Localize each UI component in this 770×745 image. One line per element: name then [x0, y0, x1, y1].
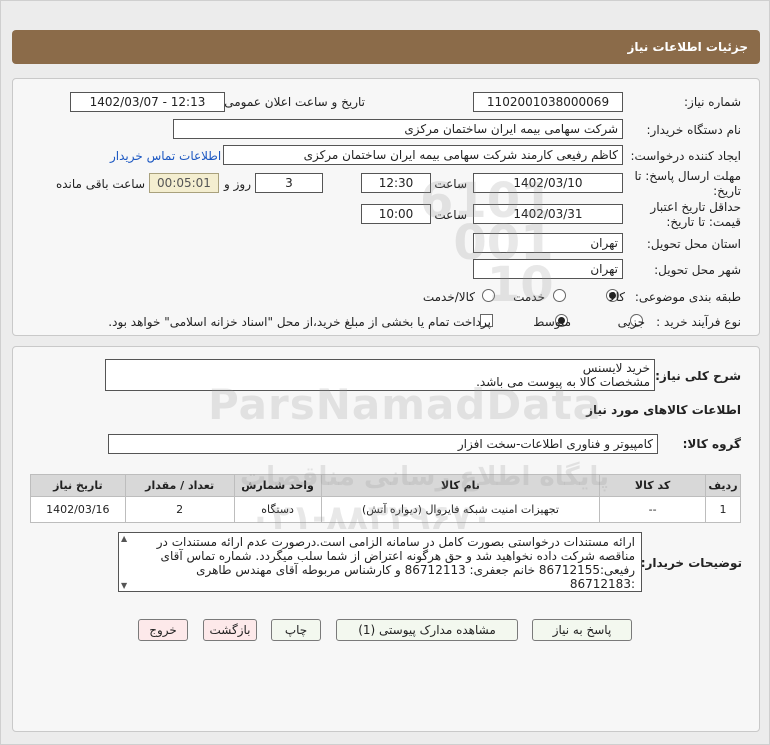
days-field[interactable]: 3 [255, 173, 323, 193]
purchase-option-medium: متوسط [533, 315, 571, 329]
buyer-notes-scrollbar[interactable]: ▲ ▼ [120, 534, 132, 590]
header-row: ردیف [704, 474, 742, 497]
buyer-contact-link[interactable]: اطلاعات تماس خریدار [110, 149, 221, 163]
validity-time-label: ساعت [434, 208, 467, 222]
purchase-type-label: نوع فرآیند خرید : [656, 315, 741, 329]
treasury-note: پرداخت تمام یا بخشی از مبلغ خرید،از محل … [108, 315, 491, 329]
category-option-service: خدمت [513, 290, 545, 304]
category-option-goods-service: کالا/خدمت [422, 290, 475, 304]
send-date-field[interactable]: 1402/03/10 [473, 173, 623, 193]
attachments-button[interactable]: مشاهده مدارک پیوستی (1) [336, 619, 518, 641]
buyer-notes-box[interactable]: ارائه مستندات درخواستی بصورت کامل در سام… [118, 532, 642, 592]
header-goods-code: کد کالا [599, 474, 706, 497]
send-time-label: ساعت [434, 177, 467, 191]
category-radio-goods-service[interactable] [482, 289, 495, 302]
need-summary-line2: مشخصات کالا به پیوست می باشد. [476, 375, 650, 389]
page-title: جزئیات اطلاعات نیاز [627, 40, 748, 54]
goods-group-field[interactable]: کامپیوتر و فناوری اطلاعات-سخت افزار [108, 434, 658, 454]
remaining-label: ساعت باقی مانده [55, 177, 145, 191]
remaining-time-field: 00:05:01 [149, 173, 219, 193]
need-info-panel: شماره نیاز: 1102001038000069 تاریخ و ساع… [12, 78, 760, 336]
header-need-date: تاریخ نیاز [30, 474, 126, 497]
send-deadline-label: مهلت ارسال پاسخ: تا تاریخ: [634, 169, 741, 198]
category-label: طبقه بندی موضوعی: [634, 290, 741, 304]
goods-table-header-row: تاریخ نیاز تعداد / مقدار واحد شمارش نام … [30, 474, 742, 497]
reply-button[interactable]: پاسخ به نیاز [532, 619, 632, 641]
need-summary-box: خرید لایسنس مشخصات کالا به پیوست می باشد… [105, 359, 655, 391]
requester-field[interactable]: کاظم رفیعی کارمند شرکت سهامی بیمه ایران … [223, 145, 623, 165]
buyer-org-label: نام دستگاه خریدار: [646, 123, 742, 137]
cell-need-date: 1402/03/16 [30, 496, 126, 523]
header-quantity: تعداد / مقدار [124, 474, 235, 497]
send-time-field[interactable]: 12:30 [361, 173, 431, 193]
purchase-option-minor: جزیی [617, 315, 645, 329]
category-option-goods: کالا [608, 290, 625, 304]
exit-button[interactable]: خروج [138, 619, 188, 641]
province-field[interactable]: تهران [473, 233, 623, 253]
need-number-field[interactable]: 1102001038000069 [473, 92, 623, 112]
buyer-notes-label: توضیحات خریدار: [640, 556, 742, 570]
price-validity-label: حداقل تاریخ اعتبار قیمت: تا تاریخ: [650, 200, 741, 229]
cell-quantity: 2 [124, 496, 235, 523]
cell-unit: دستگاه [233, 496, 322, 523]
scroll-up-icon[interactable]: ▲ [121, 534, 127, 543]
goods-info-heading: اطلاعات کالاهای مورد نیاز [586, 403, 741, 417]
page-title-bar: جزئیات اطلاعات نیاز [12, 30, 760, 64]
cell-goods-code: -- [599, 496, 706, 523]
table-row: 1402/03/16 2 دستگاه تجهیزات امنیت شبکه ف… [30, 496, 742, 523]
need-summary-label: شرح کلی نیاز: [655, 369, 741, 383]
validity-date-field[interactable]: 1402/03/31 [473, 204, 623, 224]
validity-time-field[interactable]: 10:00 [361, 204, 431, 224]
day-and-label: روز و [224, 177, 251, 191]
city-field[interactable]: تهران [473, 259, 623, 279]
buyer-org-field[interactable]: شرکت سهامی بیمه ایران ساختمان مرکزی [173, 119, 623, 139]
header-unit: واحد شمارش [233, 474, 322, 497]
scroll-down-icon[interactable]: ▼ [121, 581, 127, 590]
cell-row: 1 [704, 496, 742, 523]
requester-label: ایجاد کننده درخواست: [630, 149, 741, 163]
need-summary-line1: خرید لایسنس [582, 361, 650, 375]
back-button[interactable]: بازگشت [203, 619, 257, 641]
cell-goods-name: تجهیزات امنیت شبکه فایروال (دیواره آتش) [320, 496, 601, 523]
city-label: شهر محل تحویل: [654, 263, 741, 277]
need-number-label: شماره نیاز: [684, 95, 741, 109]
province-label: استان محل تحویل: [646, 237, 741, 251]
announce-datetime-field[interactable]: 1402/03/07 - 12:13 [70, 92, 225, 112]
goods-table: تاریخ نیاز تعداد / مقدار واحد شمارش نام … [30, 474, 742, 523]
announce-datetime-label: تاریخ و ساعت اعلان عمومی: [220, 95, 365, 109]
print-button[interactable]: چاپ [271, 619, 321, 641]
header-goods-name: نام کالا [320, 474, 601, 497]
goods-group-label: گروه کالا: [682, 437, 741, 451]
category-radio-service[interactable] [553, 289, 566, 302]
